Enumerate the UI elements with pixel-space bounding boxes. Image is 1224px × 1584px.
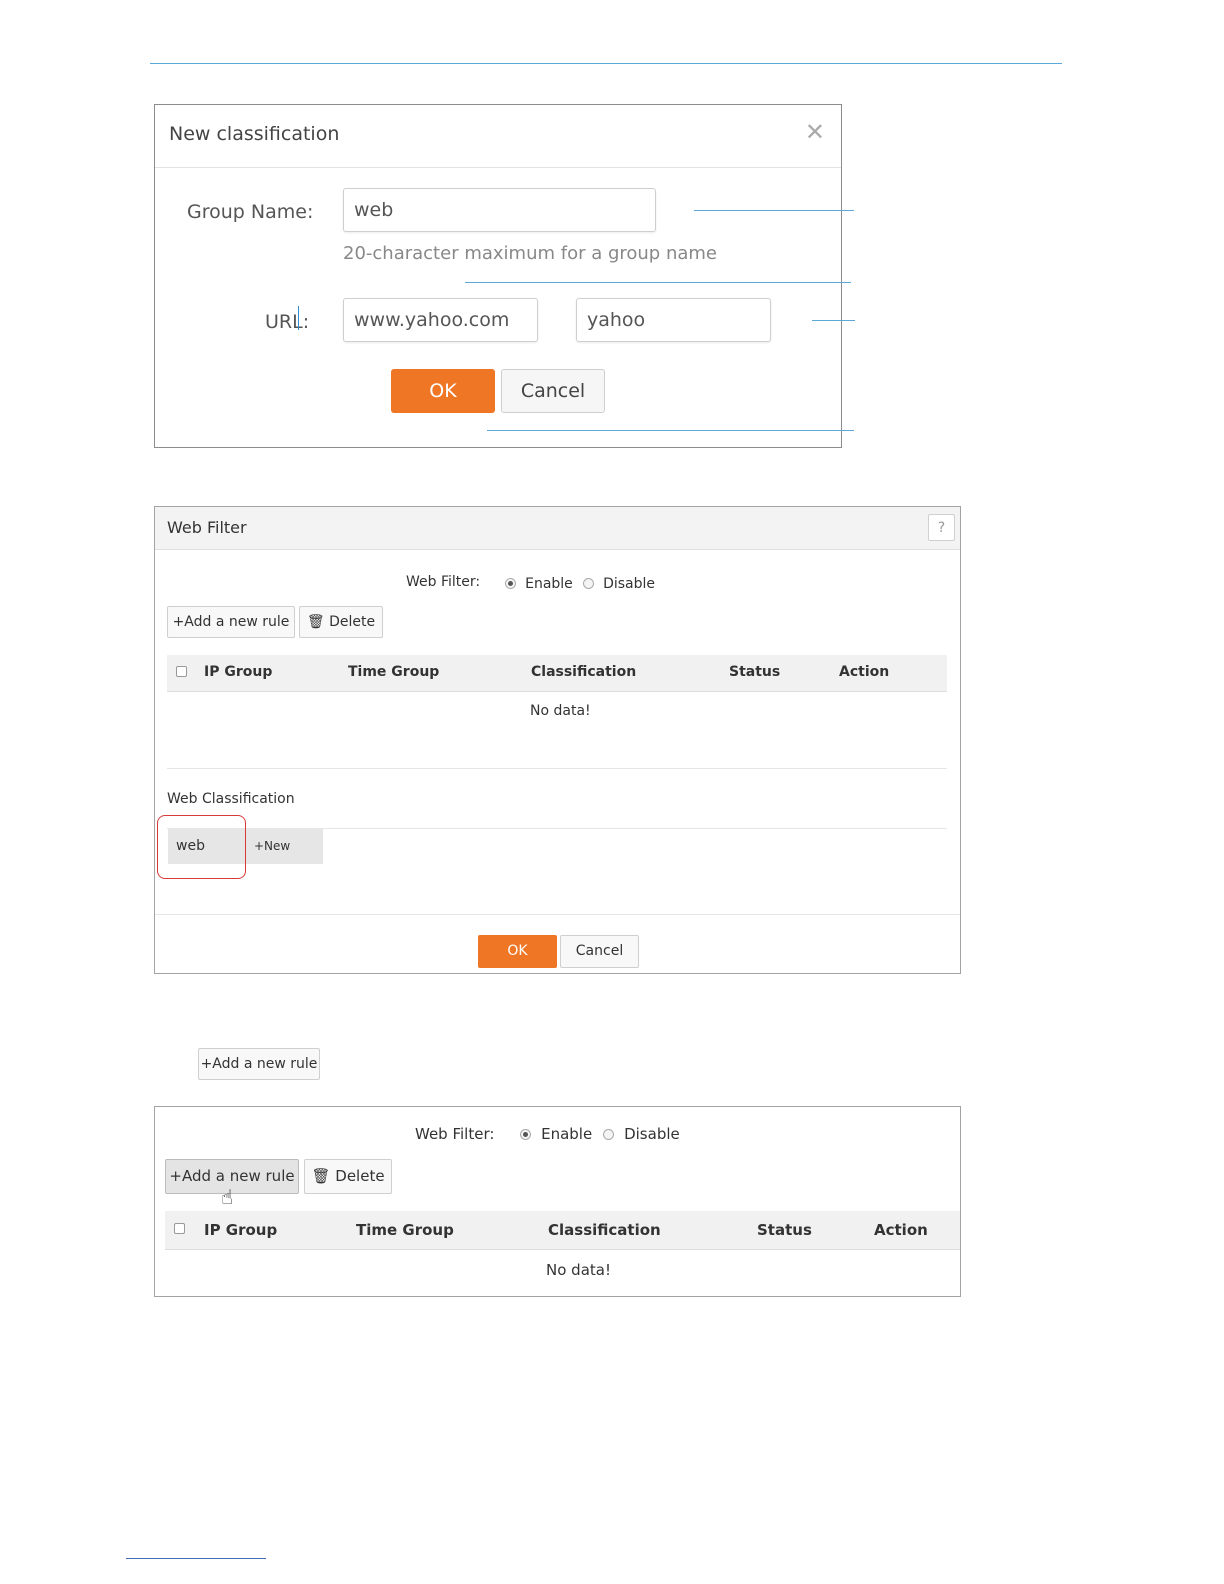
- select-all-checkbox[interactable]: [176, 666, 187, 677]
- col-classification: Classification: [531, 664, 637, 680]
- page-footer-rule: [126, 1558, 266, 1559]
- text-cursor: [298, 306, 299, 330]
- callout-line: [487, 430, 854, 431]
- disable-radio-group[interactable]: Disable: [583, 573, 655, 592]
- url-label: URL:: [265, 311, 310, 333]
- col-action: Action: [874, 1221, 928, 1239]
- enable-radio-group[interactable]: Enable: [520, 1124, 592, 1143]
- ok-button[interactable]: OK: [391, 369, 495, 413]
- delete-button[interactable]: 🗑 Delete: [304, 1159, 392, 1194]
- disable-label: Disable: [603, 576, 656, 592]
- panel-header: Web Filter ?: [155, 507, 960, 550]
- col-ip-group: IP Group: [204, 664, 273, 680]
- enable-radio-group[interactable]: Enable: [505, 573, 573, 592]
- dialog-title: New classification: [169, 123, 340, 145]
- disable-radio-group[interactable]: Disable: [603, 1124, 680, 1143]
- page-header-rule: [150, 63, 1062, 64]
- rules-table-header: IP Group Time Group Classification Statu…: [167, 655, 947, 692]
- add-rule-button[interactable]: +Add a new rule: [167, 606, 295, 638]
- add-rule-label: +Add a new rule: [172, 614, 290, 630]
- close-icon[interactable]: ✕: [805, 120, 825, 144]
- rules-table-header: IP Group Time Group Classification Statu…: [165, 1211, 960, 1250]
- callout-line: [465, 282, 851, 283]
- select-all-checkbox[interactable]: [174, 1223, 185, 1234]
- add-rule-label: +Add a new rule: [200, 1056, 318, 1072]
- delete-button[interactable]: 🗑 Delete: [299, 606, 383, 638]
- new-classification-dialog: New classification ✕ Group Name: web 20-…: [154, 104, 842, 448]
- callout-line: [812, 320, 855, 321]
- panel-title: Web Filter: [167, 518, 247, 537]
- keyword-input[interactable]: yahoo: [576, 298, 771, 342]
- no-data-text: No data!: [546, 1261, 611, 1279]
- trash-icon: 🗑: [306, 614, 325, 630]
- url-input[interactable]: www.yahoo.com: [343, 298, 538, 342]
- hand-pointer-icon: ☝: [221, 1185, 234, 1209]
- highlight-ring: [157, 815, 246, 879]
- dialog-header: New classification ✕: [155, 105, 841, 168]
- enable-radio[interactable]: [505, 578, 516, 589]
- footer-divider: [155, 914, 960, 915]
- enable-label: Enable: [541, 1125, 593, 1143]
- group-name-input[interactable]: web: [343, 188, 656, 232]
- help-button[interactable]: ?: [928, 514, 955, 541]
- group-name-label: Group Name:: [187, 201, 314, 223]
- callout-line: [694, 210, 854, 211]
- col-status: Status: [729, 664, 781, 680]
- ok-button[interactable]: OK: [478, 935, 557, 968]
- web-classification-title: Web Classification: [167, 791, 295, 807]
- group-name-hint: 20-character maximum for a group name: [343, 243, 718, 264]
- col-classification: Classification: [548, 1221, 661, 1239]
- enable-radio[interactable]: [520, 1129, 531, 1140]
- col-ip-group: IP Group: [204, 1221, 278, 1239]
- col-time-group: Time Group: [356, 1221, 454, 1239]
- enable-label: Enable: [525, 576, 573, 592]
- disable-radio[interactable]: [583, 578, 594, 589]
- add-rule-button[interactable]: +Add a new rule: [198, 1048, 320, 1080]
- cancel-button[interactable]: Cancel: [501, 369, 605, 413]
- delete-label: Delete: [335, 1167, 385, 1185]
- divider: [167, 768, 947, 769]
- web-filter-panel: Web Filter ? Web Filter: Enable Disable …: [154, 506, 961, 974]
- no-data-text: No data!: [530, 703, 591, 719]
- web-filter-label: Web Filter:: [406, 574, 481, 590]
- disable-label: Disable: [624, 1125, 680, 1143]
- add-rule-label: +Add a new rule: [169, 1167, 295, 1185]
- disable-radio[interactable]: [603, 1129, 614, 1140]
- delete-label: Delete: [329, 614, 376, 630]
- col-status: Status: [757, 1221, 812, 1239]
- col-action: Action: [839, 664, 890, 680]
- new-classification-label: +New: [254, 839, 291, 853]
- web-filter-label: Web Filter:: [415, 1125, 495, 1143]
- web-filter-rules-panel: Web Filter: Enable Disable +Add a new ru…: [154, 1106, 961, 1297]
- col-time-group: Time Group: [348, 664, 440, 680]
- new-classification-button[interactable]: +New: [246, 829, 323, 864]
- cancel-button[interactable]: Cancel: [560, 935, 639, 968]
- trash-icon: 🗑: [311, 1167, 331, 1185]
